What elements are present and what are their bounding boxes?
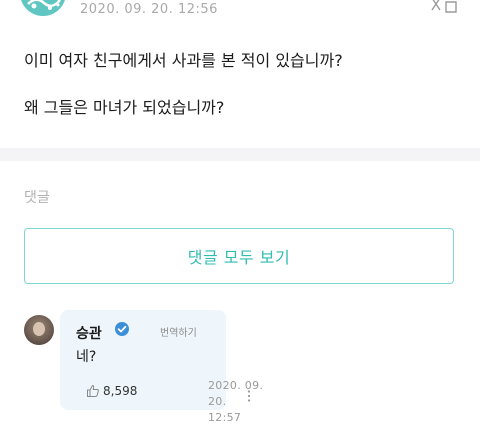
post-text-line: 이미 여자 친구에게서 사과를 본 적이 있습니까? [24,51,343,70]
like-count: 8,598 [103,384,138,398]
comment-bubble: 승관 번역하기 네? 8,598 [60,310,251,410]
comment-text: 네? [76,349,97,365]
post-header: 2020. 09. 20. 12:56 [0,0,480,28]
verified-badge-icon [115,322,129,336]
comment-author-name[interactable]: 승관 [76,323,102,343]
thumbs-up-icon [87,384,99,397]
like-button[interactable]: 8,598 [86,384,137,398]
view-all-comments-button[interactable]: 댓글 모두 보기 [24,228,454,284]
comment-date: 2020. 09. 20. [208,379,264,408]
comment-author-avatar[interactable] [24,315,54,345]
comment-item: 승관 번역하기 네? 8,598 2020. 09. 20. 12:57 [24,310,464,424]
artist-avatar[interactable] [20,0,66,16]
comments-section-label: 댓글 [24,190,50,206]
comment-time: 12:57 [208,411,242,424]
post-text-line: 왜 그들은 마녀가 되었습니까? [24,98,225,117]
post-date: 2020. 09. 20. 12:56 [80,2,218,17]
comment-timestamp: 2020. 09. 20. 12:57 [208,378,278,426]
post-body: 이미 여자 친구에게서 사과를 본 적이 있습니까? 왜 그들은 마녀가 되었습… [24,50,454,119]
translate-icon[interactable] [428,0,460,14]
translate-link[interactable]: 번역하기 [160,324,197,339]
section-divider [0,148,480,161]
